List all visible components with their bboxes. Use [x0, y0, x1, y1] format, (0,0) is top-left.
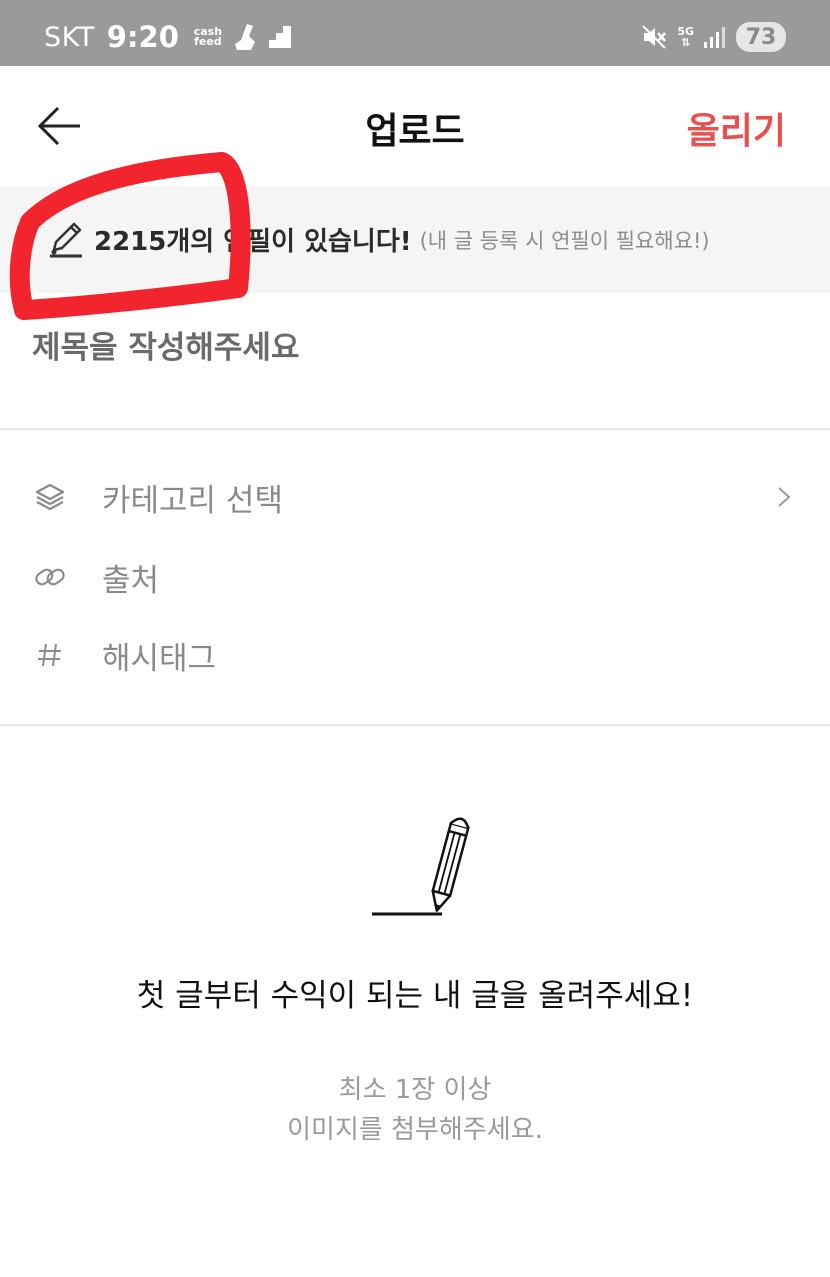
clock: 9:20 [106, 20, 179, 54]
source-label: 출처 [102, 562, 160, 599]
battery-indicator: 73 [736, 22, 786, 52]
empty-state-line2: 이미지를 첨부해주세요. [287, 1115, 543, 1145]
pencil-count-text: 2215개의 연필이 있습니다! [94, 227, 412, 257]
app-header: 업로드 올리기 [0, 66, 830, 186]
divider [0, 428, 830, 430]
empty-state-hint: 최소 1장 이상 이미지를 첨부해주세요. [0, 1070, 830, 1150]
stairs-icon [268, 26, 291, 48]
hashtag-row[interactable]: 해시태그 [0, 620, 830, 690]
link-icon [34, 561, 66, 593]
mute-icon [642, 25, 667, 49]
pencil-icon [50, 222, 82, 257]
cashfeed-bottom: feed [194, 35, 222, 48]
empty-state-line1: 최소 1장 이상 [338, 1075, 492, 1105]
category-select-row[interactable]: 카테고리 선택 [0, 462, 830, 532]
pencil-notice-bar: 2215개의 연필이 있습니다! (내 글 등록 시 연필이 필요해요!) [0, 186, 830, 293]
title-input[interactable] [32, 330, 792, 366]
upload-button[interactable]: 올리기 [687, 102, 786, 154]
chevron-right-icon [778, 487, 791, 507]
writing-pencil-icon [372, 817, 470, 916]
shoe-icon [234, 24, 255, 50]
divider [0, 724, 830, 726]
empty-state-title: 첫 글부터 수익이 되는 내 글을 올려주세요! [136, 978, 694, 1014]
category-select-label: 카테고리 선택 [102, 482, 283, 519]
layers-icon [34, 481, 66, 513]
source-row[interactable]: 출처 [0, 542, 830, 612]
carrier-label: SKT [44, 21, 95, 53]
network-5g-icon: 5G ⇅ [677, 25, 694, 49]
cashfeed-icon: cash feed [193, 26, 223, 48]
status-bar: SKT 9:20 cash feed 5G ⇅ 73 [0, 0, 830, 66]
hash-icon [34, 639, 66, 671]
network-label: 5G [677, 25, 694, 38]
signal-icon [704, 27, 725, 48]
hashtag-label: 해시태그 [102, 640, 217, 677]
pencil-notice-subtext: (내 글 등록 시 연필이 필요해요!) [419, 228, 710, 253]
